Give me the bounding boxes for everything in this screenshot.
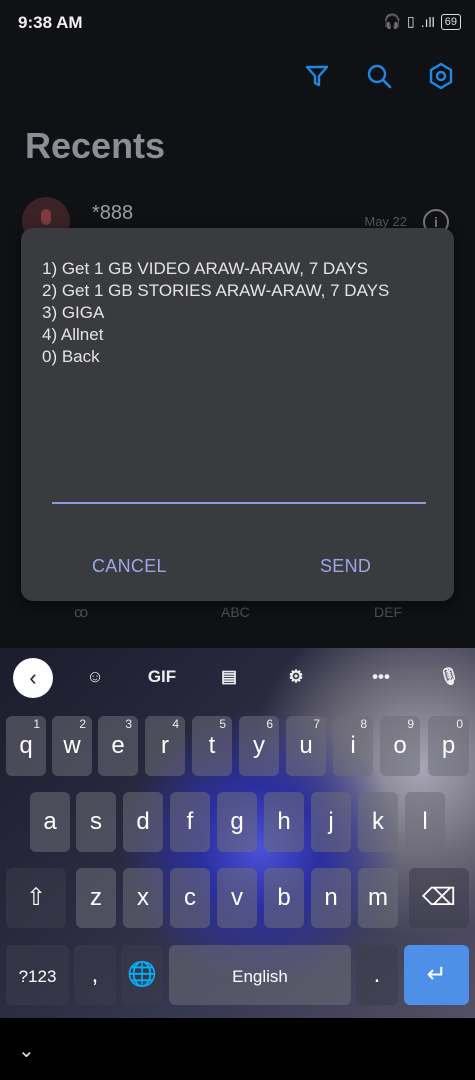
key-b[interactable]: b (264, 868, 304, 928)
key-i[interactable]: i8 (333, 716, 373, 776)
gif-button[interactable]: GIF (145, 662, 179, 692)
key-q[interactable]: q1 (6, 716, 46, 776)
key-d[interactable]: d (123, 792, 163, 852)
microphone-icon[interactable]: 🎙 (434, 662, 464, 692)
cancel-button[interactable]: CANCEL (92, 556, 167, 577)
key-x[interactable]: x (123, 868, 163, 928)
battery-icon: 69 (440, 13, 461, 30)
settings-gear-icon[interactable] (427, 62, 455, 95)
key-o[interactable]: o9 (380, 716, 420, 776)
space-bar[interactable]: English (169, 945, 351, 1005)
key-y[interactable]: y6 (239, 716, 279, 776)
page-title: Recents (25, 125, 166, 166)
dialpad-def-label: DEF (374, 604, 402, 620)
key-c[interactable]: c (170, 868, 210, 928)
key-k[interactable]: k (358, 792, 398, 852)
key-f[interactable]: f (170, 792, 210, 852)
recent-call-number: *888 (92, 202, 134, 224)
globe-icon[interactable]: 🌐 (121, 945, 163, 1005)
vibrate-icon: ▯ (407, 13, 415, 29)
ussd-line: 0) Back (42, 347, 100, 366)
key-n[interactable]: n (311, 868, 351, 928)
ussd-reply-input[interactable] (52, 468, 426, 504)
filter-icon[interactable] (303, 62, 331, 95)
key-h[interactable]: h (264, 792, 304, 852)
key-j[interactable]: j (311, 792, 351, 852)
ussd-line: 3) GIGA (42, 303, 105, 322)
more-icon[interactable]: ••• (366, 662, 396, 692)
send-button[interactable]: SEND (320, 556, 371, 577)
chevron-down-icon[interactable]: ⌄ (18, 1038, 35, 1063)
key-s[interactable]: s (76, 792, 116, 852)
key-w[interactable]: w2 (52, 716, 92, 776)
navigation-bar: ⌄ (0, 1018, 475, 1080)
status-time: 9:38 AM (18, 13, 83, 32)
gear-icon[interactable]: ⚙ (281, 662, 311, 692)
key-t[interactable]: t5 (192, 716, 232, 776)
ussd-line: 4) Allnet (42, 325, 104, 344)
key-z[interactable]: z (76, 868, 116, 928)
key-g[interactable]: g (217, 792, 257, 852)
key-a[interactable]: a (30, 792, 70, 852)
status-icons: 🎧 ▯ .ıll 69 (384, 13, 461, 30)
key-l[interactable]: l (405, 792, 445, 852)
chevron-left-icon[interactable]: ‹ (13, 658, 53, 698)
voicemail-icon: ꝏ (74, 604, 89, 620)
sticker-icon[interactable]: ☺ (80, 662, 110, 692)
headphones-icon: 🎧 (383, 13, 402, 29)
status-bar: 9:38 AM 🎧 ▯ .ıll 69 (0, 0, 475, 48)
dialpad-row: ꝏ ABC DEF (0, 604, 475, 634)
backspace-icon[interactable]: ⌫ (409, 868, 469, 928)
search-icon[interactable] (365, 62, 393, 95)
ussd-dialog: 1) Get 1 GB VIDEO ARAW-ARAW, 7 DAYS 2) G… (21, 228, 454, 601)
key-v[interactable]: v (217, 868, 257, 928)
clipboard-icon[interactable]: ▤ (214, 662, 244, 692)
signal-icon: .ıll (420, 13, 435, 30)
ussd-message: 1) Get 1 GB VIDEO ARAW-ARAW, 7 DAYS 2) G… (42, 258, 389, 368)
top-actions (303, 62, 455, 95)
symbols-key[interactable]: ?123 (6, 945, 69, 1005)
keyboard-toolbar: ‹ ☺ GIF ▤ ⚙ ••• 🎙 (0, 648, 475, 706)
comma-key[interactable]: , (74, 945, 116, 1005)
ussd-line: 1) Get 1 GB VIDEO ARAW-ARAW, 7 DAYS (42, 259, 368, 278)
recent-call-date: May 22 (364, 214, 407, 229)
key-m[interactable]: m (358, 868, 398, 928)
keyboard: ‹ ☺ GIF ▤ ⚙ ••• 🎙 q1 w2 e3 r4 t5 y6 u7 i… (0, 648, 475, 1018)
key-u[interactable]: u7 (286, 716, 326, 776)
shift-key[interactable]: ⇧ (6, 868, 66, 928)
key-r[interactable]: r4 (145, 716, 185, 776)
ussd-line: 2) Get 1 GB STORIES ARAW-ARAW, 7 DAYS (42, 281, 390, 300)
enter-key[interactable]: ↵ (404, 945, 469, 1005)
period-key[interactable]: . (356, 945, 398, 1005)
key-p[interactable]: p0 (428, 716, 469, 776)
dialpad-abc-label: ABC (221, 604, 250, 620)
key-e[interactable]: e3 (98, 716, 138, 776)
